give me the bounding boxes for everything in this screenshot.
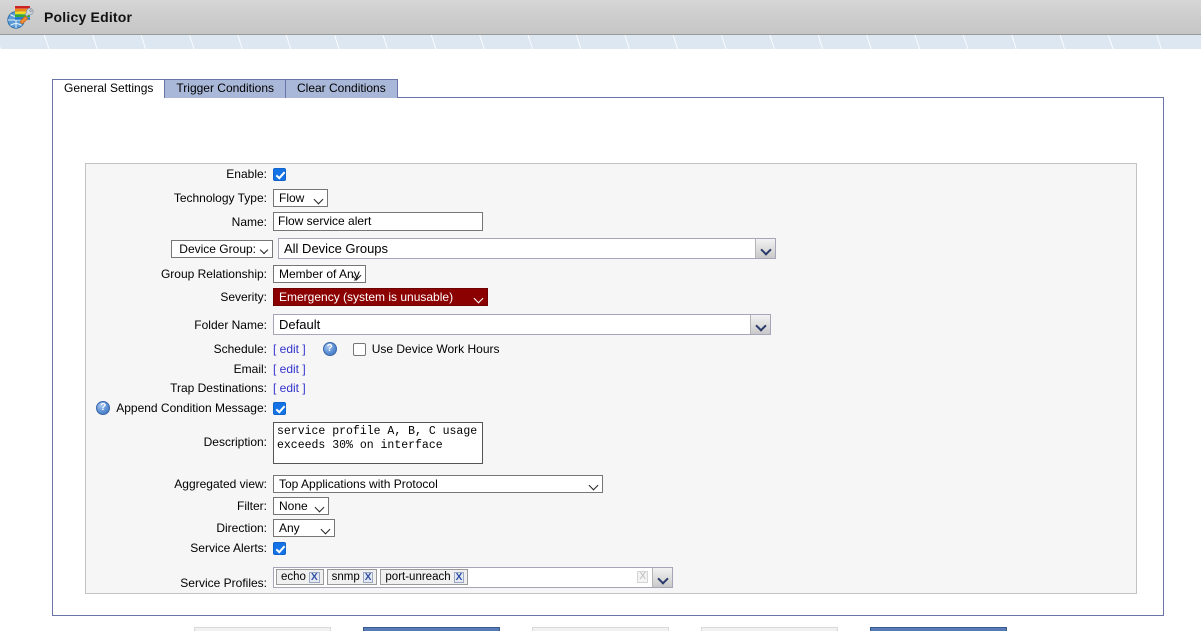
folder-name-combo[interactable]: Default — [273, 314, 771, 335]
technology-type-label: Technology Type: — [173, 191, 267, 205]
group-relationship-select[interactable]: Member of Any — [273, 265, 366, 283]
field-row-email: Email: [ edit ] — [86, 362, 1136, 376]
field-row-aggregated-view: Aggregated view: Top Applications with P… — [86, 475, 1136, 493]
page-content: General Settings Trigger Conditions Clea… — [0, 49, 1201, 631]
email-edit-link[interactable]: [ edit ] — [273, 362, 306, 376]
direction-label: Direction: — [216, 521, 267, 535]
service-profiles-label: Service Profiles: — [180, 576, 267, 590]
email-label: Email: — [233, 362, 267, 376]
field-row-append-condition-message: ? Append Condition Message: — [86, 401, 1136, 415]
tab-clear-conditions[interactable]: Clear Conditions — [285, 79, 398, 98]
field-row-severity: Severity: Emergency (system is unusable) — [86, 288, 1136, 306]
use-device-work-hours-checkbox[interactable] — [352, 342, 366, 356]
filter-select[interactable]: None — [273, 497, 329, 515]
chevron-down-icon[interactable] — [750, 315, 770, 334]
append-condition-message-checkbox[interactable] — [273, 401, 286, 415]
chip-label: port-unreach — [385, 571, 451, 583]
direction-select[interactable]: Any — [273, 519, 335, 537]
save-as-new-button[interactable]: Save as New — [363, 627, 500, 631]
technology-type-select[interactable]: Flow — [273, 189, 328, 207]
folder-name-value: Default — [274, 315, 750, 334]
close-icon[interactable]: X — [308, 571, 320, 583]
form-action-bar: Save Save as New Cancel Delete Policy Br… — [0, 627, 1201, 631]
aggregated-view-label: Aggregated view: — [174, 477, 267, 491]
tab-trigger-conditions[interactable]: Trigger Conditions — [164, 79, 286, 98]
chip-label: snmp — [331, 571, 360, 583]
policy-editor-icon — [6, 3, 36, 31]
field-row-device-group: Device Group: All Device Groups — [86, 238, 1136, 259]
field-row-technology-type: Technology Type: Flow — [86, 189, 1136, 207]
name-input[interactable]: Flow service alert — [273, 212, 483, 231]
field-row-schedule: Schedule: [ edit ] ? Use Device Work Hou… — [86, 342, 1136, 356]
service-alerts-label: Service Alerts: — [190, 541, 267, 555]
name-label: Name: — [231, 214, 267, 229]
field-row-filter: Filter: None — [86, 497, 1136, 515]
field-row-enable: Enable: — [86, 167, 1136, 181]
service-alerts-checkbox[interactable] — [273, 541, 286, 555]
schedule-label: Schedule: — [213, 342, 267, 356]
chip-port-unreach[interactable]: port-unreach X — [380, 569, 469, 585]
field-row-service-profiles: Service Profiles: echo X snmp X port-unr… — [86, 564, 1136, 590]
schedule-edit-link[interactable]: [ edit ] — [273, 342, 306, 356]
field-row-folder-name: Folder Name: Default — [86, 314, 1136, 335]
service-profiles-field[interactable]: echo X snmp X port-unreach X X — [274, 568, 652, 587]
severity-label: Severity: — [220, 290, 267, 304]
delete-button[interactable]: Delete — [701, 627, 838, 631]
filter-label: Filter: — [237, 499, 267, 513]
close-icon[interactable]: X — [362, 571, 374, 583]
window-titlebar: Policy Editor — [0, 0, 1201, 35]
field-row-trap-destinations: Trap Destinations: [ edit ] — [86, 381, 1136, 395]
append-condition-message-label: Append Condition Message: — [116, 401, 267, 415]
chevron-down-icon[interactable] — [652, 567, 672, 587]
tab-general-settings[interactable]: General Settings — [52, 79, 166, 98]
chip-label: echo — [281, 571, 306, 583]
chip-echo[interactable]: echo X — [276, 569, 324, 585]
clear-all-icon[interactable]: X — [637, 570, 648, 583]
service-profiles-tagbox[interactable]: echo X snmp X port-unreach X X — [273, 566, 673, 588]
cancel-button[interactable]: Cancel — [532, 627, 669, 631]
window-title: Policy Editor — [44, 9, 133, 25]
group-relationship-label: Group Relationship: — [160, 267, 267, 281]
chip-snmp[interactable]: snmp X — [326, 569, 378, 585]
tab-bar: General Settings Trigger Conditions Clea… — [52, 79, 398, 98]
trap-destinations-label: Trap Destinations: — [170, 381, 267, 395]
use-device-work-hours-label: Use Device Work Hours — [371, 342, 500, 356]
device-group-value: All Device Groups — [279, 239, 755, 258]
device-group-button[interactable]: Device Group: — [171, 239, 273, 258]
field-row-description: Description: service profile A, B, C usa… — [86, 422, 1136, 464]
policy-browser-button[interactable]: Policy Browser — [870, 627, 1007, 631]
field-row-service-alerts: Service Alerts: — [86, 541, 1136, 555]
aggregated-view-select[interactable]: Top Applications with Protocol — [273, 475, 603, 493]
field-row-group-relationship: Group Relationship: Member of Any — [86, 265, 1136, 283]
trap-destinations-edit-link[interactable]: [ edit ] — [273, 381, 306, 395]
device-group-combo[interactable]: All Device Groups — [278, 238, 776, 259]
general-settings-form: Enable: Technology Type: Flow Name: Flow… — [85, 163, 1137, 594]
help-icon[interactable]: ? — [96, 401, 111, 415]
description-label: Description: — [203, 435, 267, 449]
save-button[interactable]: Save — [194, 627, 331, 631]
policy-form-panel: Enable: Technology Type: Flow Name: Flow… — [52, 97, 1164, 616]
field-row-name: Name: Flow service alert — [86, 212, 1136, 231]
help-icon[interactable]: ? — [322, 342, 337, 356]
description-textarea[interactable]: service profile A, B, C usage exceeds 30… — [273, 422, 483, 464]
field-row-direction: Direction: Any — [86, 519, 1136, 537]
folder-name-label: Folder Name: — [194, 317, 267, 332]
severity-select[interactable]: Emergency (system is unusable) — [273, 288, 488, 306]
close-icon[interactable]: X — [453, 571, 465, 583]
header-texture-band — [0, 35, 1201, 49]
enable-label: Enable: — [226, 167, 267, 181]
chevron-down-icon[interactable] — [755, 239, 775, 258]
enable-checkbox[interactable] — [273, 167, 286, 181]
